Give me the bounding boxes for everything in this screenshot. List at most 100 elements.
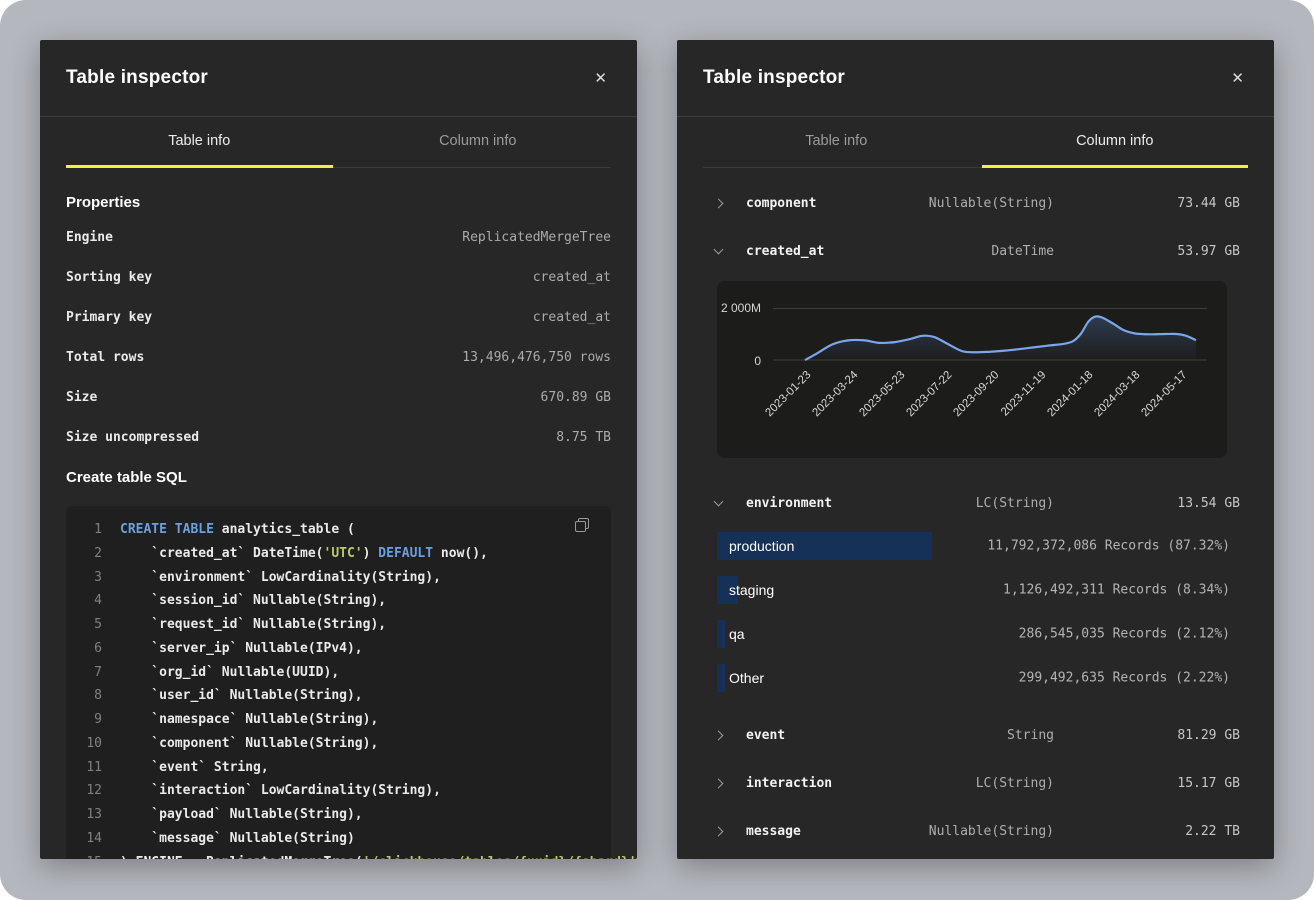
page-background: Table inspector ✕ Table info Column info…	[0, 0, 1314, 900]
x-axis-tick-label: 2023-11-19	[999, 369, 1048, 418]
x-axis-tick-label: 2024-01-18	[1045, 369, 1095, 419]
chevron-right-icon	[714, 778, 724, 788]
column-type: Nullable(String)	[926, 824, 1054, 839]
sql-code-block: 1CREATE TABLE analytics_table (2 `create…	[66, 506, 611, 859]
property-row-engine: Engine ReplicatedMergeTree	[66, 217, 611, 257]
x-axis-tick-label: 2023-05-23	[857, 369, 907, 419]
property-key: Size uncompressed	[66, 430, 199, 445]
sql-code-line: 14 `message` Nullable(String)	[78, 827, 595, 851]
column-row-created-at[interactable]: created_at DateTime 53.97 GB	[677, 227, 1274, 275]
sql-code-line: 11 `event` String,	[78, 756, 595, 780]
property-row-size: Size 670.89 GB	[66, 377, 611, 417]
sql-code-line: 1CREATE TABLE analytics_table (	[78, 518, 595, 542]
property-value: 670.89 GB	[541, 390, 611, 405]
column-row-component[interactable]: component Nullable(String) 73.44 GB	[677, 179, 1274, 227]
env-value-row-production: production 11,792,372,086 Records (87.32…	[717, 532, 1230, 560]
x-axis-tick-label: 2024-05-17	[1139, 369, 1189, 419]
sql-code-line: 9 `namespace` Nullable(String),	[78, 708, 595, 732]
value-label: production	[729, 538, 794, 554]
modal-title: Table inspector	[66, 67, 208, 89]
tab-column-info[interactable]: Column info	[345, 117, 612, 168]
column-type: String	[926, 728, 1054, 743]
property-value: 13,496,476,750 rows	[462, 350, 611, 365]
sql-code-line: 6 `server_ip` Nullable(IPv4),	[78, 637, 595, 661]
tab-table-info[interactable]: Table info	[703, 117, 970, 168]
copy-icon[interactable]	[575, 518, 589, 532]
column-size: 73.44 GB	[1054, 196, 1240, 211]
value-label: qa	[729, 626, 745, 642]
property-value: created_at	[533, 270, 611, 285]
y-axis-tick-zero: 0	[717, 354, 761, 368]
column-name: component	[746, 196, 926, 211]
column-row-environment[interactable]: environment LC(String) 13.54 GB	[677, 479, 1274, 527]
value-bar	[717, 620, 725, 648]
value-bar	[717, 664, 725, 692]
chevron-right-icon	[714, 826, 724, 836]
sql-code-line: 12 `interaction` LowCardinality(String),	[78, 779, 595, 803]
created-at-area-chart	[773, 307, 1207, 361]
property-key: Total rows	[66, 350, 144, 365]
y-axis-tick-max: 2 000M	[717, 301, 761, 315]
column-type: DateTime	[926, 244, 1054, 259]
property-row-sorting-key: Sorting key created_at	[66, 257, 611, 297]
property-row-primary-key: Primary key created_at	[66, 297, 611, 337]
modal-header: Table inspector ✕	[677, 40, 1274, 117]
column-size: 53.97 GB	[1054, 244, 1240, 259]
column-type: LC(String)	[926, 496, 1054, 511]
properties-heading: Properties	[66, 194, 611, 211]
table-info-content: Properties Engine ReplicatedMergeTree So…	[40, 194, 637, 859]
chevron-right-icon	[714, 730, 724, 740]
tab-column-info[interactable]: Column info	[982, 117, 1249, 168]
value-label: staging	[729, 582, 774, 598]
column-name: environment	[746, 496, 926, 511]
property-value: created_at	[533, 310, 611, 325]
x-axis-tick-label: 2024-03-18	[1092, 369, 1142, 419]
property-value: 8.75 TB	[556, 430, 611, 445]
x-axis-tick-label: 2023-09-20	[951, 369, 1001, 419]
value-records: 1,126,492,311 Records (8.34%)	[1003, 583, 1230, 598]
column-size: 81.29 GB	[1054, 728, 1240, 743]
sql-code-line: 15) ENGINE = ReplicatedMergeTree('/click…	[78, 851, 595, 860]
chevron-down-icon	[714, 497, 724, 507]
column-name: message	[746, 824, 926, 839]
chevron-down-icon	[714, 245, 724, 255]
property-value: ReplicatedMergeTree	[462, 230, 611, 245]
property-key: Sorting key	[66, 270, 152, 285]
column-size: 13.54 GB	[1054, 496, 1240, 511]
value-label: Other	[729, 670, 764, 686]
table-inspector-modal-column-info: Table inspector ✕ Table info Column info…	[677, 40, 1274, 859]
column-name: created_at	[746, 244, 926, 259]
sql-code-line: 2 `created_at` DateTime('UTC') DEFAULT n…	[78, 542, 595, 566]
column-row-event[interactable]: event String 81.29 GB	[677, 711, 1274, 759]
sql-code-line: 8 `user_id` Nullable(String),	[78, 684, 595, 708]
tab-bar: Table info Column info	[703, 117, 1248, 168]
column-type: LC(String)	[926, 776, 1054, 791]
close-icon[interactable]: ✕	[590, 67, 611, 90]
x-axis-labels: 2023-01-232023-03-242023-05-232023-07-22…	[773, 369, 1207, 451]
table-inspector-modal-table-info: Table inspector ✕ Table info Column info…	[40, 40, 637, 859]
column-name: event	[746, 728, 926, 743]
value-records: 299,492,635 Records (2.22%)	[1019, 671, 1230, 686]
column-size: 2.22 TB	[1054, 824, 1240, 839]
property-row-size-uncompressed: Size uncompressed 8.75 TB	[66, 417, 611, 457]
create-table-sql-heading: Create table SQL	[66, 469, 611, 486]
column-type: Nullable(String)	[926, 196, 1054, 211]
property-key: Primary key	[66, 310, 152, 325]
sql-code-line: 13 `payload` Nullable(String),	[78, 803, 595, 827]
value-records: 11,792,372,086 Records (87.32%)	[987, 539, 1230, 554]
x-axis-tick-label: 2023-07-22	[904, 369, 954, 419]
tab-bar: Table info Column info	[66, 117, 611, 168]
tab-table-info[interactable]: Table info	[66, 117, 333, 168]
property-key: Size	[66, 390, 97, 405]
column-row-message[interactable]: message Nullable(String) 2.22 TB	[677, 807, 1274, 855]
close-icon[interactable]: ✕	[1227, 67, 1248, 90]
modal-header: Table inspector ✕	[40, 40, 637, 117]
sql-code-line: 5 `request_id` Nullable(String),	[78, 613, 595, 637]
column-info-content: component Nullable(String) 73.44 GB crea…	[677, 179, 1274, 855]
property-key: Engine	[66, 230, 113, 245]
created-at-histogram-card: 2 000M 0	[717, 281, 1227, 458]
property-row-total-rows: Total rows 13,496,476,750 rows	[66, 337, 611, 377]
x-axis-tick-label: 2023-03-24	[810, 369, 860, 419]
column-size: 15.17 GB	[1054, 776, 1240, 791]
column-row-interaction[interactable]: interaction LC(String) 15.17 GB	[677, 759, 1274, 807]
